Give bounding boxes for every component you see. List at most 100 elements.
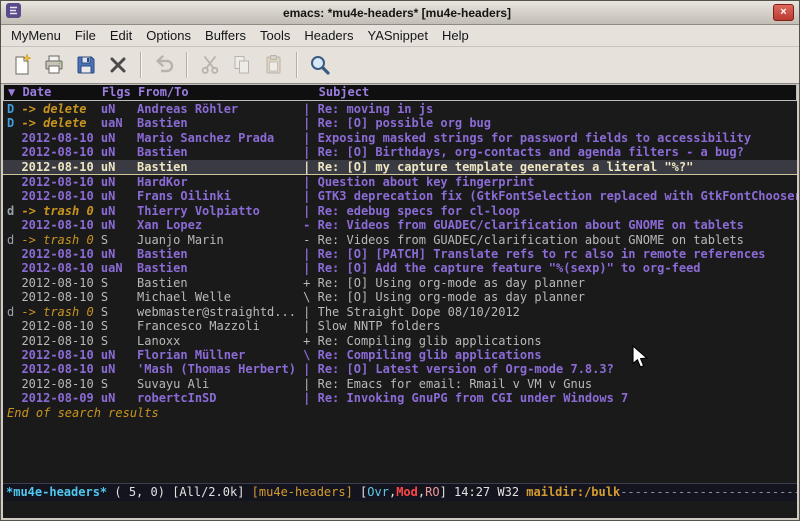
search-icon[interactable] xyxy=(305,50,335,80)
end-of-results: End of search results xyxy=(3,406,797,420)
column-header-date[interactable]: ▼ Date xyxy=(8,85,102,100)
message-mark xyxy=(7,145,21,159)
message-from: Bastien xyxy=(137,261,303,275)
message-row[interactable]: 2012-08-10uNMario Sanchez Prada|Exposing… xyxy=(3,131,797,145)
print-icon[interactable] xyxy=(39,50,69,80)
close-button[interactable]: × xyxy=(773,4,794,21)
message-row[interactable]: 2012-08-10SLanoxx+Re: Compiling glib app… xyxy=(3,334,797,348)
message-subject: GTK3 deprecation fix (GtkFontSelection r… xyxy=(318,189,797,203)
message-row[interactable]: d-> trash 0SJuanjo Marin-Re: Videos from… xyxy=(3,233,797,247)
message-from: Bastien xyxy=(137,116,303,130)
modeline-segment-maildir: maildir:/bulk xyxy=(526,485,620,499)
message-from: Suvayu Ali xyxy=(137,377,303,391)
title-bar[interactable]: emacs: *mu4e-headers* [mu4e-headers] × xyxy=(1,1,799,25)
message-date: 2012-08-09 xyxy=(21,391,100,405)
toolbar-separator xyxy=(296,52,298,78)
menu-item-tools[interactable]: Tools xyxy=(253,26,297,45)
message-flags: S xyxy=(101,276,137,290)
save-icon[interactable] xyxy=(71,50,101,80)
menu-item-headers[interactable]: Headers xyxy=(297,26,360,45)
message-date: -> trash 0 xyxy=(21,204,100,218)
message-date: 2012-08-10 xyxy=(21,131,100,145)
message-subject: Re: Emacs for email: Rmail v VM v Gnus xyxy=(318,377,797,391)
header-line: ▼ Date Flgs From/To Subject xyxy=(3,84,797,101)
message-mark xyxy=(7,175,21,189)
message-subject: Re: edebug specs for cl-loop xyxy=(318,204,797,218)
menu-item-yasnippet[interactable]: YASnippet xyxy=(360,26,434,45)
message-row[interactable]: 2012-08-10uNFlorian Müllner\Re: Compilin… xyxy=(3,348,797,362)
window-icon xyxy=(6,3,21,23)
message-date: 2012-08-10 xyxy=(21,160,100,174)
modeline-segment-plain: [All/2.0k] xyxy=(172,485,251,499)
menu-item-buffers[interactable]: Buffers xyxy=(198,26,253,45)
message-row[interactable]: 2012-08-10SMichael Welle\Re: [O] Using o… xyxy=(3,290,797,304)
message-date: 2012-08-10 xyxy=(21,189,100,203)
close-icon[interactable] xyxy=(103,50,133,80)
message-row[interactable]: 2012-08-10uNBastien|Re: [O] Birthdays, o… xyxy=(3,145,797,159)
new-file-icon[interactable] xyxy=(7,50,37,80)
frame-content: ▼ Date Flgs From/To Subject D-> deleteuN… xyxy=(3,84,797,518)
message-date: 2012-08-10 xyxy=(21,334,100,348)
message-date: 2012-08-10 xyxy=(21,145,100,159)
message-row[interactable]: 2012-08-10SFrancesco Mazzoli|Slow NNTP f… xyxy=(3,319,797,333)
column-header-from[interactable]: From/To xyxy=(138,85,319,100)
message-mark xyxy=(7,160,21,174)
message-row[interactable]: 2012-08-10uNFrans Oilinki|GTK3 deprecati… xyxy=(3,189,797,203)
thread-char: | xyxy=(303,377,317,391)
message-from: Mario Sanchez Prada xyxy=(137,131,303,145)
message-subject: Slow NNTP folders xyxy=(318,319,797,333)
menu-item-edit[interactable]: Edit xyxy=(103,26,139,45)
message-row[interactable]: 2012-08-10uaNBastien|Re: [O] Add the cap… xyxy=(3,261,797,275)
message-subject: Re: Invoking GnuPG from CGI under Window… xyxy=(318,391,797,405)
mouse-cursor xyxy=(632,345,649,369)
message-row[interactable]: 2012-08-10SSuvayu Ali|Re: Emacs for emai… xyxy=(3,377,797,391)
message-mark xyxy=(7,319,21,333)
menu-item-help[interactable]: Help xyxy=(435,26,476,45)
message-from: Lanoxx xyxy=(137,334,303,348)
message-row[interactable]: 2012-08-10uN'Mash (Thomas Herbert)|Re: [… xyxy=(3,362,797,376)
message-row[interactable]: 2012-08-09uNrobertcInSD|Re: Invoking Gnu… xyxy=(3,391,797,405)
window-title: emacs: *mu4e-headers* [mu4e-headers] xyxy=(26,6,768,20)
message-from: HardKor xyxy=(137,175,303,189)
message-row[interactable]: d-> trash 0Swebmaster@straightd...|The S… xyxy=(3,305,797,319)
mode-line: *mu4e-headers* ( 5, 0) [All/2.0k] [mu4e-… xyxy=(3,483,797,501)
message-from: Michael Welle xyxy=(137,290,303,304)
column-header-flags[interactable]: Flgs xyxy=(102,85,138,100)
menu-item-mymenu[interactable]: MyMenu xyxy=(4,26,68,45)
message-from: 'Mash (Thomas Herbert) xyxy=(137,362,303,376)
message-from: Frans Oilinki xyxy=(137,189,303,203)
echo-area[interactable] xyxy=(3,501,797,518)
menu-item-options[interactable]: Options xyxy=(139,26,198,45)
message-row[interactable]: 2012-08-10SBastien+Re: [O] Using org-mod… xyxy=(3,276,797,290)
message-mark xyxy=(7,290,21,304)
message-flags: S xyxy=(101,233,137,247)
message-row[interactable]: 2012-08-10uNBastien|Re: [O] [PATCH] Tran… xyxy=(3,247,797,261)
menu-item-file[interactable]: File xyxy=(68,26,103,45)
message-subject: Re: moving in js xyxy=(318,102,797,116)
message-flags: uN xyxy=(101,218,137,232)
message-row[interactable]: 2012-08-10uNXan Lopez-Re: Videos from GU… xyxy=(3,218,797,232)
message-subject: Re: Videos from GUADEC/clarification abo… xyxy=(318,233,797,247)
modeline-segment-plain: ] xyxy=(440,485,454,499)
buffer-area[interactable]: ▼ Date Flgs From/To Subject D-> deleteuN… xyxy=(3,84,797,483)
message-subject: Re: [O] Latest version of Org-mode 7.8.3… xyxy=(318,362,797,376)
message-subject: Re: [O] my capture template generates a … xyxy=(318,160,797,174)
thread-char: | xyxy=(303,305,317,319)
toolbar xyxy=(1,47,799,84)
message-mark xyxy=(7,348,21,362)
message-date: 2012-08-10 xyxy=(21,276,100,290)
message-subject: Question about key fingerprint xyxy=(318,175,797,189)
message-subject: Re: [O] possible org bug xyxy=(318,116,797,130)
message-row[interactable]: D-> deleteuNAndreas Röhler|Re: moving in… xyxy=(3,102,797,116)
message-date: -> trash 0 xyxy=(21,305,100,319)
thread-char: | xyxy=(303,102,317,116)
message-flags: uaN xyxy=(101,116,137,130)
message-flags: uN xyxy=(101,175,137,189)
message-row[interactable]: 2012-08-10uNBastien|Re: [O] my capture t… xyxy=(3,160,797,175)
column-header-subject[interactable]: Subject xyxy=(319,85,796,100)
message-row[interactable]: 2012-08-10uNHardKor|Question about key f… xyxy=(3,175,797,189)
thread-char: | xyxy=(303,391,317,405)
message-row[interactable]: D-> deleteuaNBastien|Re: [O] possible or… xyxy=(3,116,797,130)
message-row[interactable]: d-> trash 0uNThierry Volpiatto|Re: edebu… xyxy=(3,204,797,218)
message-date: 2012-08-10 xyxy=(21,175,100,189)
